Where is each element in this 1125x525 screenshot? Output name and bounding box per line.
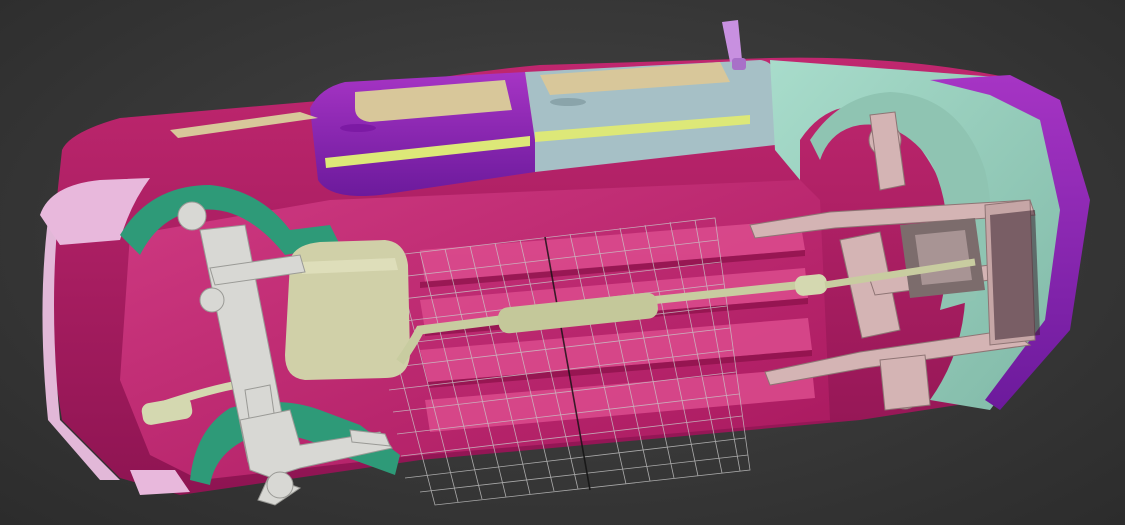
scene-render[interactable] <box>0 0 1125 525</box>
catalytic-converter <box>794 274 828 296</box>
fuel-tank[interactable] <box>285 240 410 380</box>
3d-viewport[interactable] <box>0 0 1125 525</box>
front-knuckle <box>879 354 931 411</box>
rear-hub-bottom <box>266 471 294 499</box>
rear-hub-mid <box>199 287 225 313</box>
front-door-handle <box>550 98 586 106</box>
rear-door-handle <box>340 124 376 132</box>
engine-bay-dark <box>990 210 1040 340</box>
rear-hub-top <box>177 201 207 231</box>
